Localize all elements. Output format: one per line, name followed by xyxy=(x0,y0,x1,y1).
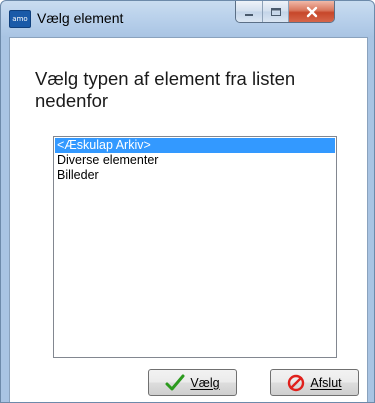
dialog-body: Vælg typen af element fra listen nedenfo… xyxy=(9,37,368,402)
minimize-icon xyxy=(245,13,253,16)
instruction-heading: Vælg typen af element fra listen nedenfo… xyxy=(35,68,296,111)
window-title: Vælg element xyxy=(37,10,124,26)
close-button[interactable] xyxy=(289,1,334,22)
maximize-icon xyxy=(270,7,281,16)
close-icon xyxy=(306,6,317,17)
select-button[interactable]: Vælg xyxy=(148,369,237,396)
list-item-aeskulap-arkiv[interactable]: <Æskulap Arkiv> xyxy=(55,138,335,153)
caption-buttons xyxy=(235,1,335,23)
list-item-diverse-elementer[interactable]: Diverse elementer xyxy=(55,153,335,168)
exit-button[interactable]: Afslut xyxy=(270,369,359,396)
checkmark-icon xyxy=(165,374,185,392)
select-button-label: Vælg xyxy=(190,375,220,390)
element-type-listbox[interactable]: <Æskulap Arkiv> Diverse elementer Billed… xyxy=(53,136,337,358)
minimize-button[interactable] xyxy=(236,1,263,22)
no-entry-icon xyxy=(287,374,305,392)
title-bar[interactable]: amo Vælg element xyxy=(1,1,374,37)
dialog-window: amo Vælg element Vælg typen af element f… xyxy=(0,0,375,403)
maximize-button[interactable] xyxy=(263,1,289,22)
exit-button-label: Afslut xyxy=(310,375,342,390)
app-icon: amo xyxy=(9,10,31,28)
list-item-billeder[interactable]: Billeder xyxy=(55,168,335,183)
